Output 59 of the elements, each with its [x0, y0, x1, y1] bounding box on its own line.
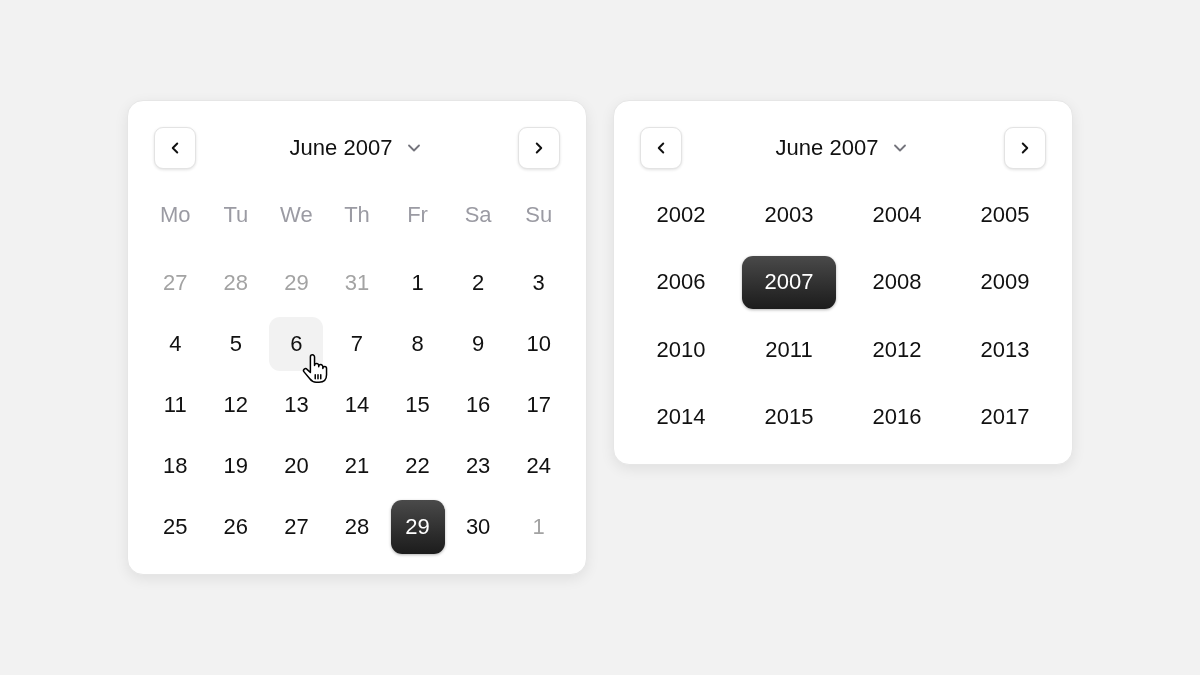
- year-cell[interactable]: 2016: [850, 390, 944, 444]
- day-cell[interactable]: 19: [208, 439, 263, 493]
- year-cell[interactable]: 2002: [634, 188, 728, 241]
- day-cell[interactable]: 15: [390, 378, 445, 432]
- day-cell[interactable]: 29: [390, 500, 445, 554]
- year-cell[interactable]: 2015: [742, 390, 836, 444]
- weekday-label: Sa: [464, 204, 492, 226]
- weekday-label: Th: [344, 204, 370, 226]
- weekday-label: Su: [525, 204, 553, 226]
- day-cell[interactable]: 12: [208, 378, 263, 432]
- year-cell[interactable]: 2003: [742, 188, 836, 241]
- day-cell[interactable]: 16: [451, 378, 506, 432]
- year-cell[interactable]: 2006: [634, 255, 728, 309]
- day-cell[interactable]: 17: [511, 378, 566, 432]
- day-cell[interactable]: 27: [269, 500, 324, 554]
- day-cell[interactable]: 18: [148, 439, 203, 493]
- next-month-button[interactable]: [1004, 127, 1046, 169]
- day-cell[interactable]: 5: [208, 317, 263, 371]
- day-cell[interactable]: 21: [330, 439, 384, 493]
- year-cell[interactable]: 2010: [634, 323, 728, 376]
- day-cell[interactable]: 23: [451, 439, 506, 493]
- day-cell[interactable]: 20: [269, 439, 324, 493]
- day-cell[interactable]: 3: [511, 256, 566, 310]
- day-cell[interactable]: 9: [451, 317, 506, 371]
- weekday-label: Tu: [223, 204, 249, 226]
- day-cell[interactable]: 1: [390, 256, 445, 310]
- day-cell[interactable]: 8: [390, 317, 445, 371]
- day-cell[interactable]: 28: [330, 500, 384, 554]
- day-cell[interactable]: 13: [269, 378, 324, 432]
- year-cell[interactable]: 2008: [850, 255, 944, 309]
- weekday-label: We: [280, 204, 313, 226]
- year-cell[interactable]: 2011: [742, 323, 836, 376]
- day-cell[interactable]: 7: [330, 317, 384, 371]
- year-cell[interactable]: 2017: [958, 390, 1052, 444]
- day-cell[interactable]: 25: [148, 500, 203, 554]
- day-cell[interactable]: 4: [148, 317, 203, 371]
- previous-month-button[interactable]: [640, 127, 682, 169]
- day-cell[interactable]: 2: [451, 256, 506, 310]
- month-year-dropdown[interactable]: June 2007: [775, 137, 911, 159]
- day-cell[interactable]: 14: [330, 378, 384, 432]
- day-cell[interactable]: 24: [511, 439, 566, 493]
- hand-pointer-icon: [302, 354, 329, 384]
- year-cell[interactable]: 2014: [634, 390, 728, 444]
- previous-month-button[interactable]: [154, 127, 196, 169]
- day-cell[interactable]: 30: [451, 500, 506, 554]
- day-cell[interactable]: 22: [390, 439, 445, 493]
- next-month-button[interactable]: [518, 127, 560, 169]
- year-cell[interactable]: 2005: [958, 188, 1052, 241]
- year-cell[interactable]: 2007: [742, 255, 836, 309]
- year-cell[interactable]: 2012: [850, 323, 944, 376]
- day-cell[interactable]: 11: [148, 378, 203, 432]
- year-cell[interactable]: 2009: [958, 255, 1052, 309]
- day-cell[interactable]: 26: [208, 500, 263, 554]
- month-year-dropdown[interactable]: June 2007: [289, 137, 425, 159]
- weekday-label: Fr: [407, 204, 428, 226]
- year-cell[interactable]: 2013: [958, 323, 1052, 376]
- weekday-label: Mo: [160, 204, 191, 226]
- day-cell[interactable]: 10: [511, 317, 566, 371]
- year-cell[interactable]: 2004: [850, 188, 944, 241]
